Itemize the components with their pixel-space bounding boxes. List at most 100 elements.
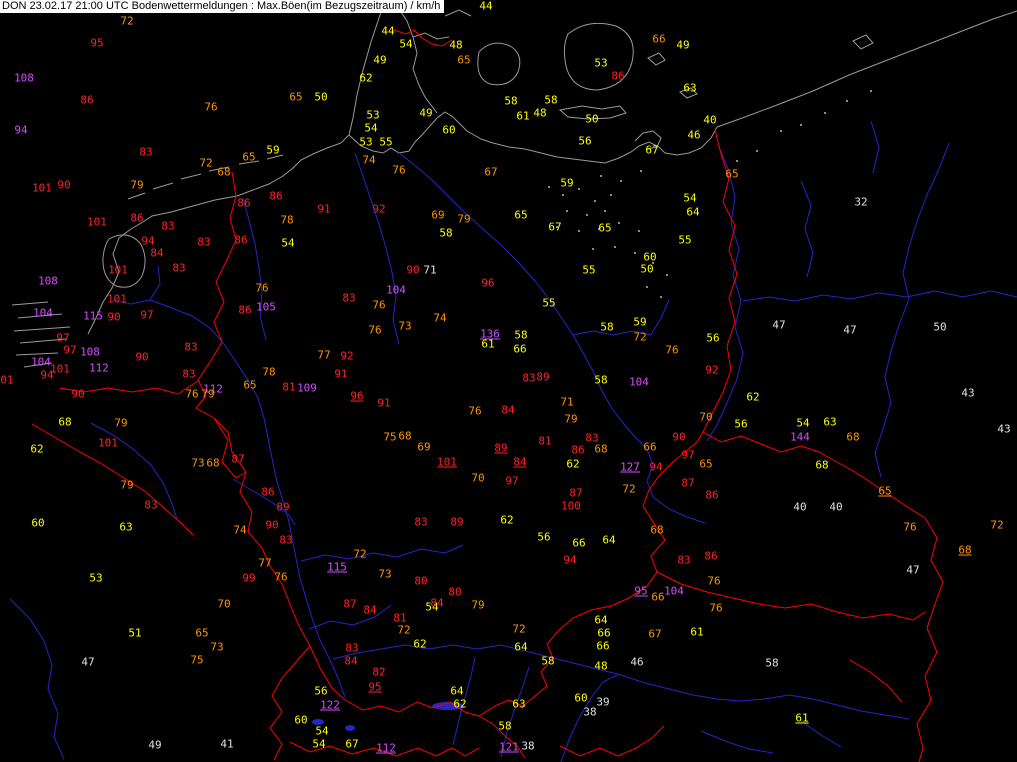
station-value: 79 (201, 387, 215, 401)
station-value: 87 (343, 597, 357, 611)
station-value: 91 (317, 202, 331, 216)
station-value: 48 (594, 659, 608, 673)
station-value: 65 (598, 221, 612, 235)
station-value: 64 (594, 613, 608, 627)
station-value: 50 (640, 262, 654, 276)
station-value: 95 (90, 36, 104, 50)
station-value: 74 (233, 523, 247, 537)
station-value: 76 (707, 574, 721, 588)
station-value: 65 (699, 457, 713, 471)
station-value: 84 (513, 455, 527, 469)
station-value: 54 (364, 121, 378, 135)
station-value: 92 (340, 349, 354, 363)
station-value: 01 (0, 373, 14, 387)
station-value: 96 (350, 389, 364, 403)
station-value: 90 (107, 310, 121, 324)
station-value: 63 (512, 697, 526, 711)
station-value: 112 (376, 741, 396, 755)
station-value: 90 (406, 263, 420, 277)
station-value: 50 (314, 90, 328, 104)
station-value: 58 (765, 656, 779, 670)
station-value: 53 (359, 135, 373, 149)
weather-map: 44 72 44 54 48 95 65 49 62 66 49 53 86 108 63 86 65 50 76 5… (0, 0, 1017, 762)
station-value: 40 (703, 113, 717, 127)
station-value: 86 (234, 233, 248, 247)
station-value: 71 (560, 395, 574, 409)
station-value: 84 (150, 246, 164, 260)
station-value: 47 (843, 323, 857, 337)
station-value: 53 (594, 56, 608, 70)
station-value: 83 (161, 219, 175, 233)
station-value: 76 (392, 163, 406, 177)
station-value: 72 (622, 482, 636, 496)
station-value: 144 (790, 430, 810, 444)
station-value: 56 (734, 417, 748, 431)
station-value: 115 (83, 309, 103, 323)
station-value: 83 (184, 340, 198, 354)
station-value: 44 (479, 0, 493, 13)
station-value: 76 (274, 570, 288, 584)
station-value: 68 (217, 165, 231, 179)
station-value: 77 (317, 348, 331, 362)
station-value: 38 (521, 739, 535, 753)
station-value: 78 (262, 365, 276, 379)
station-value: 56 (314, 684, 328, 698)
station-value: 108 (80, 345, 100, 359)
station-value: 53 (366, 108, 380, 122)
station-value: 48 (449, 38, 463, 52)
station-value: 58 (498, 719, 512, 733)
station-value: 104 (386, 283, 406, 297)
station-value: 108 (14, 71, 34, 85)
station-value: 60 (574, 691, 588, 705)
station-value: 90 (71, 387, 85, 401)
station-value: 68 (815, 458, 829, 472)
station-value: 32 (854, 195, 868, 209)
station-value: 104 (629, 375, 649, 389)
station-value: 94 (649, 460, 663, 474)
station-value: 90 (135, 350, 149, 364)
station-value: 89 (276, 500, 290, 514)
station-value: 48 (533, 106, 547, 120)
station-value: 47 (81, 655, 95, 669)
station-value: 72 (512, 622, 526, 636)
station-value: 56 (537, 530, 551, 544)
station-value: 49 (676, 38, 690, 52)
station-value: 101 (32, 181, 52, 195)
station-value: 53 (89, 571, 103, 585)
station-value: 66 (651, 590, 665, 604)
station-value: 105 (256, 300, 276, 314)
station-value: 54 (315, 724, 329, 738)
station-value: 112 (89, 361, 109, 375)
station-value: 68 (650, 523, 664, 537)
station-value: 51 (128, 626, 142, 640)
station-value: 54 (399, 37, 413, 51)
station-value: 72 (199, 156, 213, 170)
station-value: 59 (266, 143, 280, 157)
station-value: 97 (140, 308, 154, 322)
station-value: 86 (237, 196, 251, 210)
station-value: 80 (448, 585, 462, 599)
station-value: 83 (197, 235, 211, 249)
station-value: 94 (14, 123, 28, 137)
station-value: 66 (513, 342, 527, 356)
station-value: 68 (206, 456, 220, 470)
station-value: 55 (582, 263, 596, 277)
station-value: 58 (514, 328, 528, 342)
station-value: 87 (569, 486, 583, 500)
station-value: 83 (342, 291, 356, 305)
station-value: 79 (114, 416, 128, 430)
station-value: 95 (368, 680, 382, 694)
station-value: 67 (645, 143, 659, 157)
station-value: 79 (457, 212, 471, 226)
station-value: 66 (596, 639, 610, 653)
station-value: 59 (560, 176, 574, 190)
station-value: 56 (578, 134, 592, 148)
station-value: 108 (38, 274, 58, 288)
station-value: 58 (439, 226, 453, 240)
station-value: 73 (398, 319, 412, 333)
station-value: 38 (583, 705, 597, 719)
station-value: 67 (648, 627, 662, 641)
station-value: 65 (243, 378, 257, 392)
station-value: 55 (379, 135, 393, 149)
station-value: 64 (450, 684, 464, 698)
